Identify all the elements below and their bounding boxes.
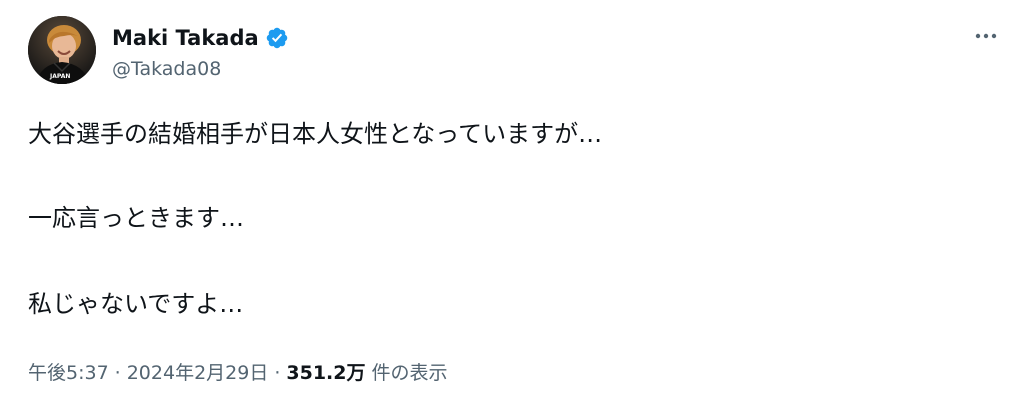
avatar-jersey-text: JAPAN <box>49 73 70 80</box>
tweet-meta: 午後5:37 · 2024年2月29日 · 351.2万 件の表示 <box>28 358 448 388</box>
tweet-card: JAPAN Maki Takada @Takada08 大谷選手の結婚相手が日本… <box>0 0 1024 419</box>
views-count: 351.2万 <box>286 362 366 384</box>
tweet-text-line: 大谷選手の結婚相手が日本人女性となっていますが… <box>28 120 603 148</box>
views-label: 件の表示 <box>371 362 448 384</box>
more-options-button[interactable] <box>966 20 1006 52</box>
author-header: Maki Takada <box>112 24 289 52</box>
author-display-name[interactable]: Maki Takada <box>112 26 259 50</box>
meta-separator: · <box>114 362 121 384</box>
tweet-time-link[interactable]: 午後5:37 <box>28 358 109 388</box>
more-options-icon <box>975 33 997 39</box>
author-handle[interactable]: @Takada08 <box>112 58 221 80</box>
verified-badge-icon[interactable] <box>265 26 289 50</box>
avatar[interactable]: JAPAN <box>28 16 96 84</box>
meta-separator: · <box>274 362 281 384</box>
tweet-date-link[interactable]: 2024年2月29日 <box>127 358 269 388</box>
tweet-text-line: 私じゃないですよ… <box>28 290 244 318</box>
tweet-text-line: 一応言っときます… <box>28 204 244 232</box>
avatar-photo: JAPAN <box>28 16 96 84</box>
